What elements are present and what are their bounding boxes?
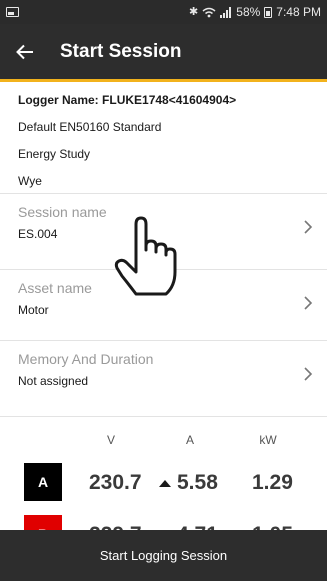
memory-duration-value: Not assigned (18, 374, 89, 388)
notification-icon (6, 7, 19, 17)
pointing-hand-icon (114, 216, 177, 296)
asset-name-value: Motor (18, 303, 49, 317)
bluetooth-icon: ✱ (189, 5, 199, 18)
asset-name-label: Asset name (18, 280, 92, 296)
logger-name-value: FLUKE1748<41604904> (102, 93, 237, 107)
standard-line: Default EN50160 Standard (18, 120, 162, 134)
session-name-label: Session name (18, 204, 107, 220)
signal-icon (220, 6, 232, 18)
readings-table: V A kW A 230.7 5.58 1.29 B 229.7 4.71 1.… (0, 416, 327, 531)
app-bar: Start Session (0, 24, 327, 82)
topology-line: Wye (18, 174, 42, 188)
logger-name-label: Logger Name: (18, 93, 99, 107)
chevron-right-icon (304, 296, 313, 310)
wifi-icon (202, 7, 216, 17)
back-arrow-icon (16, 44, 33, 59)
session-name-value: ES.004 (18, 227, 58, 241)
memory-duration-row[interactable]: Memory And Duration Not assigned (0, 340, 327, 410)
header-voltage: V (106, 433, 115, 447)
logger-name-line: Logger Name: FLUKE1748<41604904> (0, 87, 327, 114)
header-current: A (185, 433, 194, 447)
start-logging-label: Start Logging Session (99, 548, 228, 563)
up-arrow-icon (159, 480, 171, 487)
phase-row-b: B 229.7 4.71 1.05 (0, 515, 327, 531)
battery-icon (264, 6, 273, 18)
start-logging-button[interactable]: Start Logging Session (0, 530, 327, 581)
chevron-right-icon (304, 220, 313, 234)
memory-duration-label: Memory And Duration (18, 351, 154, 367)
study-type-line: Energy Study (18, 147, 91, 161)
battery-percent: 58% (236, 5, 261, 19)
header-power: kW (259, 433, 277, 447)
page-title: Start Session (60, 40, 182, 62)
logger-info: Logger Name: FLUKE1748<41604904> Default… (0, 82, 327, 195)
phase-badge: B (24, 515, 62, 531)
status-bar: ✱ 58% 7:48 PM (0, 0, 327, 24)
current-value: 5.58 (177, 471, 218, 494)
back-button[interactable] (2, 29, 48, 75)
phase-badge: A (24, 463, 62, 501)
clock: 7:48 PM (276, 5, 321, 19)
voltage-value: 230.7 (89, 471, 142, 494)
phase-row-a: A 230.7 5.58 1.29 (0, 463, 327, 507)
chevron-right-icon (304, 367, 313, 381)
power-value: 1.29 (252, 471, 293, 494)
